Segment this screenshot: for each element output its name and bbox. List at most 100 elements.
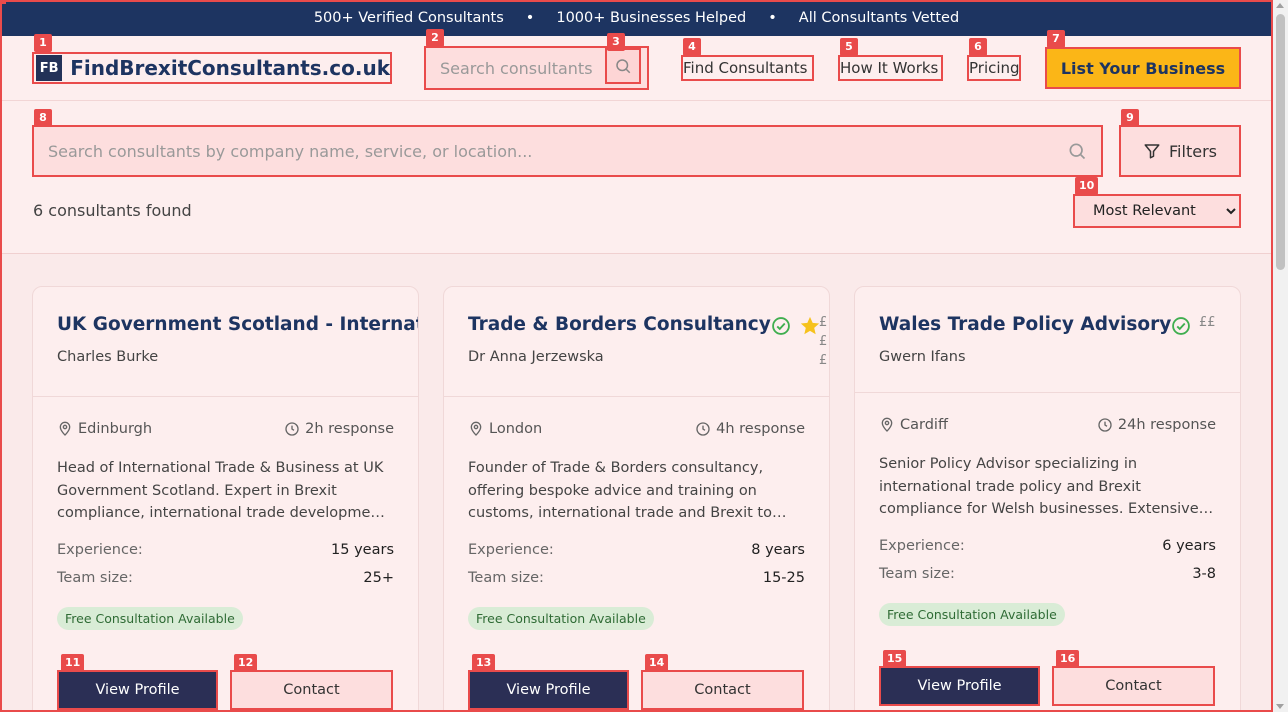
logo-mark: FB xyxy=(36,55,63,81)
consultant-description: Head of International Trade & Business a… xyxy=(57,460,390,521)
view-profile-button[interactable]: View Profile xyxy=(879,666,1040,706)
nav-find-consultants[interactable]: Find Consultants xyxy=(681,55,814,81)
consultant-title[interactable]: Wales Trade Policy Advisory xyxy=(879,314,1171,335)
page-scrollbar[interactable] xyxy=(1273,0,1288,712)
scroll-down-arrow-icon[interactable] xyxy=(1276,704,1284,709)
consultant-person: Gwern Ifans xyxy=(879,349,966,365)
experience-row: Experience: 15 years xyxy=(57,542,394,558)
response-time: 2h response xyxy=(305,421,394,437)
experience-label: Experience: xyxy=(468,542,554,558)
free-consultation-badge: Free Consultation Available xyxy=(468,607,654,630)
sort-select-wrapper: Most Relevant xyxy=(1073,194,1241,228)
element-badge: 13 xyxy=(472,654,496,672)
team-size-row: Team size: 25+ xyxy=(57,570,394,586)
consultant-title[interactable]: UK Government Scotland - International xyxy=(57,314,418,335)
location-text: London xyxy=(489,421,543,437)
star-icon xyxy=(800,316,820,335)
consultant-description: Senior Policy Advisor specializing in in… xyxy=(879,456,1199,517)
banner-item: All Consultants Vetted xyxy=(798,10,960,26)
team-size-row: Team size: 15-25 xyxy=(468,570,805,586)
element-badge: 4 xyxy=(683,38,701,56)
experience-label: Experience: xyxy=(57,542,143,558)
logo-link[interactable]: FB FindBrexitConsultants.co.uk xyxy=(32,52,392,84)
contact-button[interactable]: Contact xyxy=(230,670,393,710)
consultant-person: Charles Burke xyxy=(57,349,159,365)
price-level: ££ xyxy=(1199,315,1216,330)
logo-text: FindBrexitConsultants.co.uk xyxy=(70,56,390,80)
element-badge: 6 xyxy=(969,38,987,56)
location-text: Edinburgh xyxy=(78,421,153,437)
main-search-input[interactable] xyxy=(48,141,948,161)
search-icon xyxy=(1069,143,1086,160)
clock-icon xyxy=(1098,418,1112,432)
element-badge: 5 xyxy=(840,38,858,56)
experience-row: Experience: 6 years xyxy=(879,538,1216,554)
nav-how-it-works[interactable]: How It Works xyxy=(838,55,943,81)
nav-pricing[interactable]: Pricing xyxy=(967,55,1021,81)
view-profile-button[interactable]: View Profile xyxy=(468,670,629,710)
element-badge: 15 xyxy=(883,650,907,668)
view-profile-button[interactable]: View Profile xyxy=(57,670,218,710)
scroll-up-arrow-icon[interactable] xyxy=(1276,3,1284,8)
location-pin-icon xyxy=(881,417,893,432)
filter-icon xyxy=(1144,144,1160,159)
consultant-description: Founder of Trade & Borders consultancy, … xyxy=(468,460,772,521)
scrollbar-thumb[interactable] xyxy=(1276,14,1285,270)
element-badge: 3 xyxy=(607,33,625,51)
team-size-label: Team size: xyxy=(57,570,133,586)
element-badge: 9 xyxy=(1121,109,1139,127)
top-banner: 500+ Verified Consultants • 1000+ Busine… xyxy=(0,0,1273,36)
team-size-label: Team size: xyxy=(468,570,544,586)
experience-row: Experience: 8 years xyxy=(468,542,805,558)
consultant-card: UK Government Scotland - International C… xyxy=(32,286,419,712)
element-badge: 16 xyxy=(1056,650,1080,668)
header-search-button[interactable] xyxy=(605,48,641,84)
location-pin-icon xyxy=(470,421,482,436)
price-level: £ £ £ xyxy=(819,315,828,368)
experience-value: 15 years xyxy=(331,542,394,558)
main-search xyxy=(32,125,1103,177)
sort-select[interactable]: Most Relevant xyxy=(1075,196,1239,226)
banner-separator: • xyxy=(525,10,535,26)
card-divider xyxy=(33,396,418,397)
element-badge: 2 xyxy=(426,29,444,47)
consultant-title[interactable]: Trade & Borders Consultancy xyxy=(468,314,771,335)
team-size-row: Team size: 3-8 xyxy=(879,566,1216,582)
banner-item: 1000+ Businesses Helped xyxy=(556,10,747,26)
filters-label: Filters xyxy=(1169,141,1217,161)
verified-check-icon xyxy=(1172,317,1190,335)
response-time: 24h response xyxy=(1117,417,1216,433)
clock-icon xyxy=(696,422,710,436)
banner-item: 500+ Verified Consultants xyxy=(313,10,504,26)
response-time: 4h response xyxy=(716,421,805,437)
card-divider xyxy=(855,392,1240,393)
frame-corner xyxy=(0,0,6,4)
clock-icon xyxy=(285,422,299,436)
experience-label: Experience: xyxy=(879,538,965,554)
list-your-business-button[interactable]: List Your Business xyxy=(1045,47,1241,89)
header-search-input[interactable] xyxy=(440,58,610,78)
contact-button[interactable]: Contact xyxy=(1052,666,1215,706)
team-size-value: 25+ xyxy=(363,570,394,586)
card-divider xyxy=(444,396,829,397)
contact-button[interactable]: Contact xyxy=(641,670,804,710)
element-badge: 10 xyxy=(1075,177,1099,195)
team-size-value: 15-25 xyxy=(762,570,805,586)
element-badge: 1 xyxy=(34,34,52,52)
consultant-card: Trade & Borders Consultancy £ £ £ Dr Ann… xyxy=(443,286,830,712)
card-meta: Edinburgh 2h response xyxy=(57,421,394,437)
results-count: 6 consultants found xyxy=(33,201,192,220)
team-size-label: Team size: xyxy=(879,566,955,582)
card-meta: Cardiff 24h response xyxy=(879,417,1216,433)
banner-separator: • xyxy=(768,10,777,26)
consultant-person: Dr Anna Jerzewska xyxy=(468,349,604,365)
site-header: FB FindBrexitConsultants.co.uk Find Cons… xyxy=(0,29,1273,101)
free-consultation-badge: Free Consultation Available xyxy=(879,603,1065,626)
location-pin-icon xyxy=(59,421,71,436)
free-consultation-badge: Free Consultation Available xyxy=(57,607,243,630)
filters-button[interactable]: Filters xyxy=(1119,125,1241,177)
card-meta: London 4h response xyxy=(468,421,805,437)
element-badge: 7 xyxy=(1047,30,1065,48)
search-icon xyxy=(616,59,631,74)
experience-value: 6 years xyxy=(1162,538,1216,554)
